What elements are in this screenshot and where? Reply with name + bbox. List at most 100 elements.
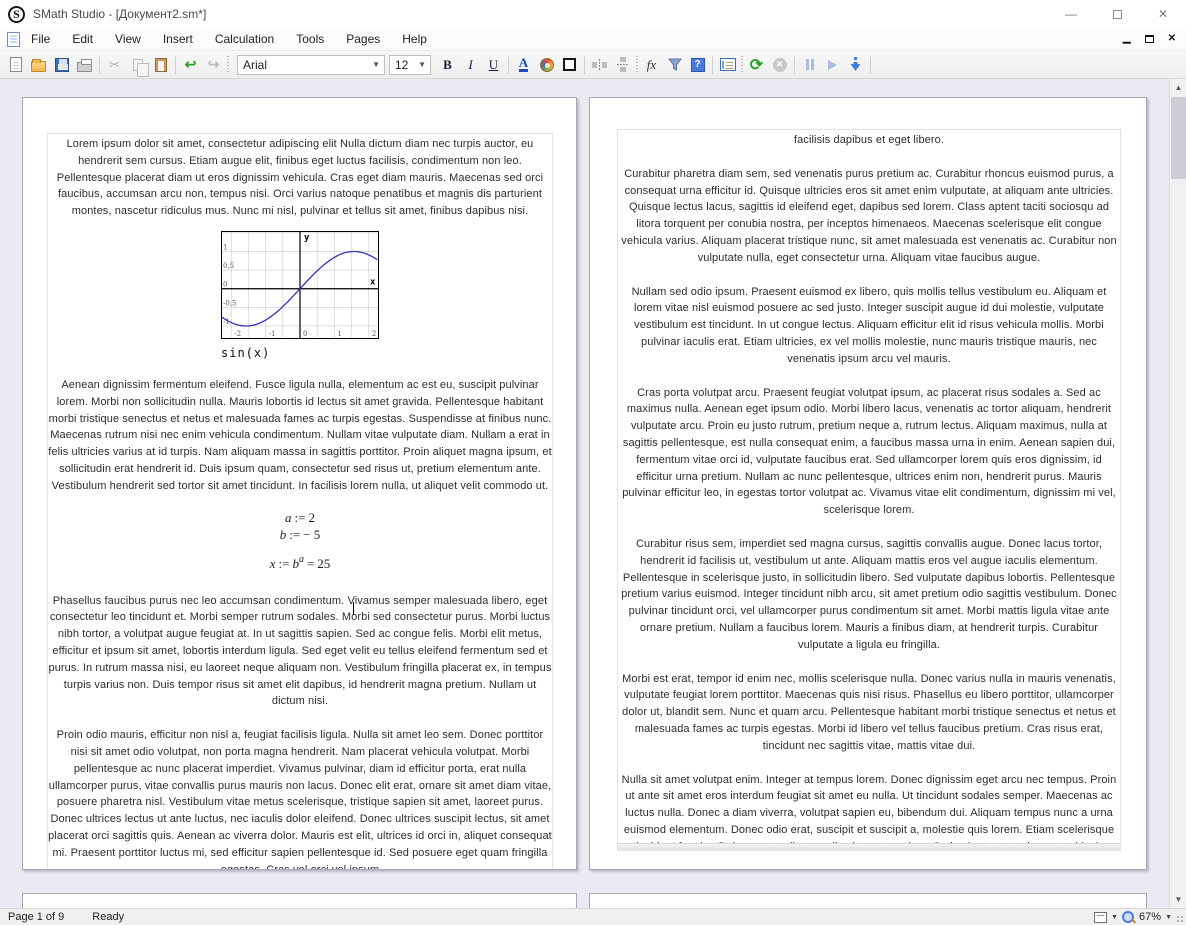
child-restore-button[interactable]: [1145, 35, 1154, 43]
border-button[interactable]: [558, 54, 581, 76]
align-horizontal-icon: [592, 59, 607, 71]
font-family-select[interactable]: Arial ▼: [237, 55, 385, 75]
interrupt-button[interactable]: ✕: [768, 54, 791, 76]
recalculate-button[interactable]: ⟳: [745, 54, 768, 76]
paste-clipboard-icon: [155, 58, 167, 72]
align-vertical-button[interactable]: [611, 54, 634, 76]
menu-view[interactable]: View: [104, 28, 152, 50]
underline-icon: U: [489, 57, 498, 73]
paragraph: Curabitur risus sem, imperdiet sed magna…: [618, 536, 1120, 654]
plot-region[interactable]: 10,50-0,5-1-2-1012yx sin(x): [221, 231, 379, 360]
pause-icon: [806, 59, 814, 70]
text-region-page2[interactable]: facilisis dapibus et eget libero. Curabi…: [617, 129, 1121, 851]
toolbar: ✂ ↩ ↪ Arial ▼ 12 ▼ B I U A fx ? ⟳: [0, 51, 1186, 79]
redo-button[interactable]: ↪: [202, 54, 225, 76]
document-page-4[interactable]: [589, 893, 1147, 908]
print-button[interactable]: [73, 54, 96, 76]
scroll-up-button[interactable]: ▲: [1170, 79, 1186, 96]
region-resize-strip[interactable]: [618, 843, 1120, 850]
filter-button[interactable]: [663, 54, 686, 76]
font-color-button[interactable]: A: [512, 54, 535, 76]
page-indicator: Page 1 of 9: [8, 911, 64, 923]
app-logo-icon: S: [8, 6, 25, 23]
child-minimize-button[interactable]: ▁: [1123, 34, 1131, 44]
document-page-3[interactable]: [22, 893, 577, 908]
menu-help[interactable]: Help: [391, 28, 438, 50]
resize-grip[interactable]: [1176, 915, 1184, 923]
close-button[interactable]: ✕: [1140, 0, 1186, 28]
svg-text:y: y: [304, 233, 310, 243]
paragraph: Phasellus faucibus purus nec leo accumsa…: [48, 593, 552, 711]
chevron-down-icon[interactable]: ▼: [1165, 914, 1172, 921]
list-options-icon: [720, 58, 736, 71]
svg-text:-2: -2: [234, 330, 241, 338]
fx-icon: fx: [647, 57, 656, 73]
underline-button[interactable]: U: [482, 54, 505, 76]
paste-button[interactable]: [149, 54, 172, 76]
new-button[interactable]: [4, 54, 27, 76]
menu-file[interactable]: File: [20, 28, 61, 50]
menu-pages[interactable]: Pages: [335, 28, 391, 50]
menu-insert[interactable]: Insert: [152, 28, 204, 50]
sine-plot: 10,50-0,5-1-2-1012yx: [221, 231, 379, 339]
chevron-down-icon[interactable]: ▼: [1111, 914, 1118, 921]
question-mark-icon: ?: [691, 58, 705, 72]
undo-arrow-icon: ↩: [185, 56, 197, 73]
svg-text:0: 0: [303, 330, 307, 338]
child-close-button[interactable]: ✕: [1168, 34, 1176, 44]
cut-button[interactable]: ✂: [103, 54, 126, 76]
paragraph: Nullam sed odio ipsum. Praesent euismod …: [618, 284, 1120, 368]
open-button[interactable]: [27, 54, 50, 76]
svg-text:1: 1: [337, 330, 341, 338]
menu-bar: File Edit View Insert Calculation Tools …: [0, 28, 1186, 51]
copy-button[interactable]: [126, 54, 149, 76]
new-page-icon: [10, 57, 22, 72]
pause-button[interactable]: [798, 54, 821, 76]
maximize-button[interactable]: [1094, 0, 1140, 28]
printer-icon: [77, 62, 92, 72]
svg-text:2: 2: [372, 330, 376, 338]
menu-calculation[interactable]: Calculation: [204, 28, 285, 50]
debug-step-button[interactable]: [844, 54, 867, 76]
paragraph: Nulla sit amet volutpat enim. Integer at…: [618, 772, 1120, 852]
run-button[interactable]: [821, 54, 844, 76]
maximize-icon: [1113, 10, 1122, 19]
font-family-value: Arial: [243, 58, 267, 72]
math-region[interactable]: a:=2 b:=− 5 x:=ba=25: [48, 509, 552, 576]
italic-button[interactable]: I: [459, 54, 482, 76]
scissors-icon: ✂: [109, 57, 120, 73]
paragraph: Cras porta volutpat arcu. Praesent feugi…: [618, 385, 1120, 519]
scrollbar-thumb[interactable]: [1171, 97, 1186, 179]
menu-edit[interactable]: Edit: [61, 28, 104, 50]
document-page-1[interactable]: Lorem ipsum dolor sit amet, consectetur …: [22, 97, 577, 870]
minimize-button[interactable]: —: [1048, 0, 1094, 28]
paragraph: Morbi est erat, tempor id enim nec, moll…: [618, 671, 1120, 755]
insert-function-button[interactable]: fx: [640, 54, 663, 76]
vertical-scrollbar[interactable]: ▲ ▼: [1169, 79, 1186, 908]
reference-button[interactable]: ?: [686, 54, 709, 76]
svg-text:-0,5: -0,5: [223, 299, 237, 307]
undo-button[interactable]: ↩: [179, 54, 202, 76]
funnel-icon: [668, 58, 682, 71]
redo-arrow-icon: ↪: [208, 56, 220, 73]
font-size-select[interactable]: 12 ▼: [389, 55, 431, 75]
magnifier-icon[interactable]: [1122, 911, 1135, 924]
document-icon: [7, 32, 20, 47]
options-button[interactable]: [716, 54, 739, 76]
paragraph: Proin odio mauris, efficitur non nisl a,…: [48, 727, 552, 870]
paragraph: Aenean dignissim fermentum eleifend. Fus…: [48, 377, 552, 495]
align-vertical-icon: [617, 57, 629, 72]
menu-tools[interactable]: Tools: [285, 28, 335, 50]
scroll-down-button[interactable]: ▼: [1170, 891, 1186, 908]
page-layout-icon[interactable]: [1094, 912, 1107, 923]
align-horizontal-button[interactable]: [588, 54, 611, 76]
save-button[interactable]: [50, 54, 73, 76]
zoom-level[interactable]: 67%: [1139, 911, 1161, 923]
text-region-page1[interactable]: Lorem ipsum dolor sit amet, consectetur …: [47, 133, 553, 870]
chevron-down-icon: ▼: [368, 60, 384, 69]
svg-text:-1: -1: [269, 330, 276, 338]
bold-button[interactable]: B: [436, 54, 459, 76]
background-color-button[interactable]: [535, 54, 558, 76]
document-page-2[interactable]: facilisis dapibus et eget libero. Curabi…: [589, 97, 1147, 870]
stop-icon: ✕: [773, 58, 787, 72]
